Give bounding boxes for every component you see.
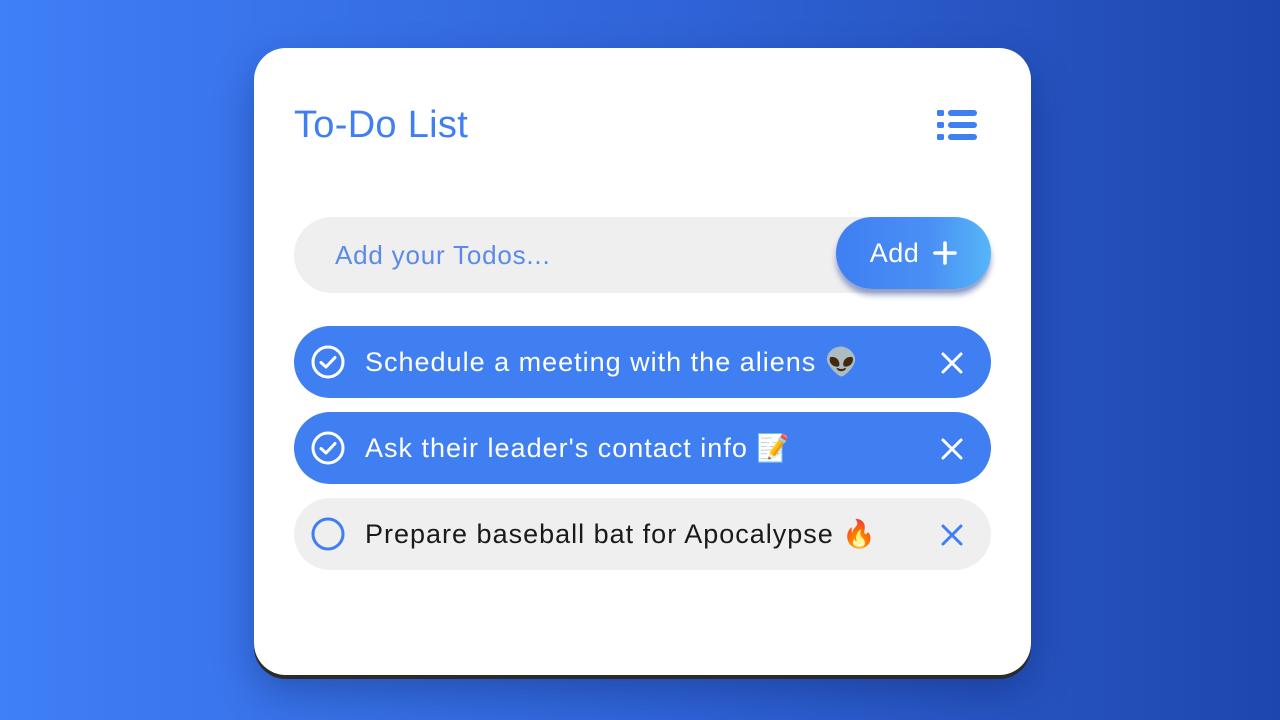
plus-icon bbox=[933, 241, 958, 265]
todo-text: Schedule a meeting with the aliens 👽 bbox=[365, 347, 860, 377]
todo-card: To-Do List Add Schedule a meeting with t… bbox=[254, 48, 1031, 675]
list-icon bbox=[937, 110, 977, 140]
close-icon[interactable] bbox=[939, 436, 965, 462]
empty-circle-icon[interactable] bbox=[310, 516, 346, 552]
app-title: To-Do List bbox=[294, 104, 469, 146]
todo-item[interactable]: Ask their leader's contact info 📝 bbox=[294, 412, 991, 484]
add-button-label: Add bbox=[869, 237, 920, 268]
close-icon[interactable] bbox=[939, 522, 965, 548]
close-icon[interactable] bbox=[939, 350, 965, 376]
list-menu-button[interactable] bbox=[937, 107, 977, 143]
todo-text: Ask their leader's contact info 📝 bbox=[365, 433, 791, 463]
todo-text: Prepare baseball bat for Apocalypse 🔥 bbox=[365, 519, 877, 549]
todo-input[interactable] bbox=[294, 217, 834, 293]
check-circle-icon[interactable] bbox=[310, 430, 346, 466]
add-todo-form: Add bbox=[294, 217, 991, 293]
check-circle-icon[interactable] bbox=[310, 344, 346, 380]
add-button[interactable]: Add bbox=[836, 217, 991, 289]
todo-item[interactable]: Prepare baseball bat for Apocalypse 🔥 bbox=[294, 498, 991, 570]
todo-item[interactable]: Schedule a meeting with the aliens 👽 bbox=[294, 326, 991, 398]
todo-list: Schedule a meeting with the aliens 👽 Ask… bbox=[294, 326, 991, 584]
